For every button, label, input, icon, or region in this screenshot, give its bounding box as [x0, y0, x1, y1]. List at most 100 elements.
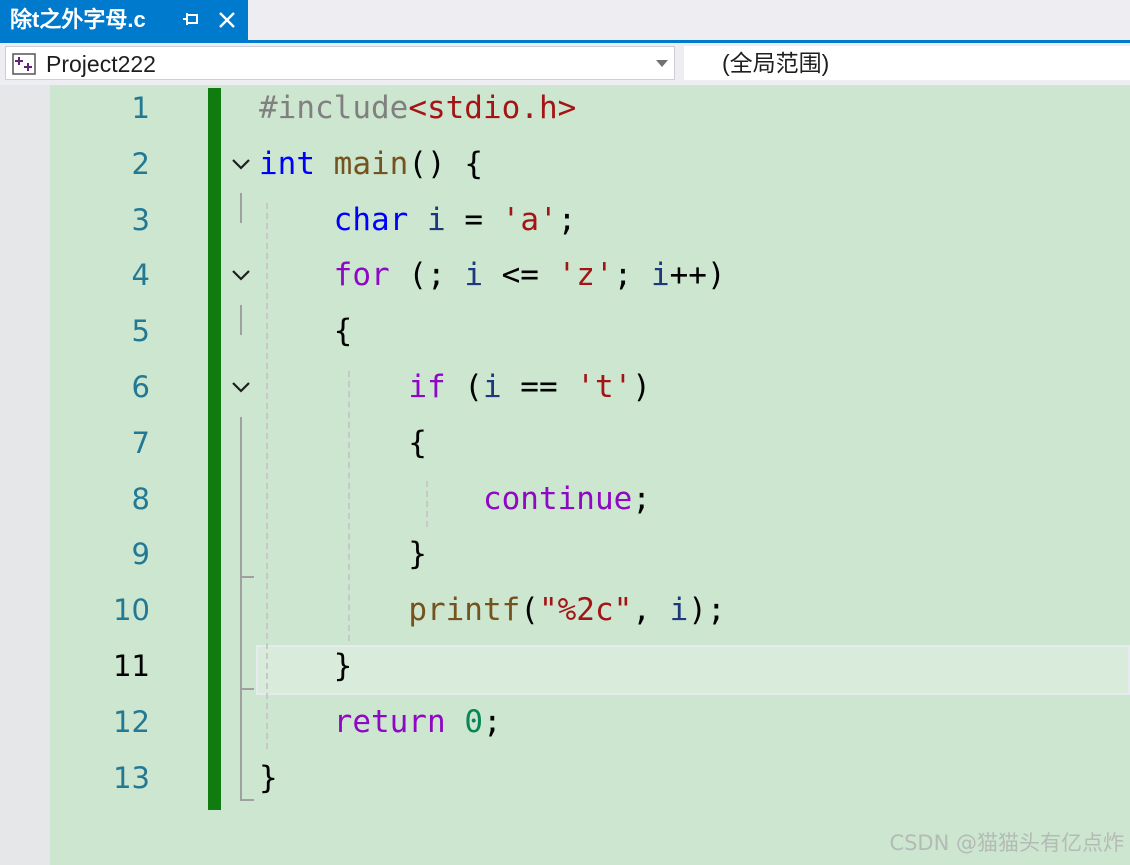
code-line[interactable]: 4 for (; i <= 'z'; i++): [0, 252, 1130, 308]
code-token: 'a': [501, 201, 558, 238]
project-dropdown[interactable]: Project222: [5, 46, 675, 80]
code-text[interactable]: {: [259, 308, 353, 354]
code-token: (: [520, 592, 539, 629]
code-line[interactable]: 5 {: [0, 308, 1130, 364]
code-line[interactable]: 1 #include<stdio.h>: [0, 85, 1130, 141]
line-number: 5: [131, 314, 150, 349]
fold-chevron-icon[interactable]: [230, 376, 252, 398]
fold-chevron-icon[interactable]: [230, 264, 252, 286]
code-token: =: [445, 201, 502, 238]
code-token: ;: [557, 201, 577, 238]
line-number: 8: [131, 481, 150, 516]
code-text[interactable]: for (; i <= 'z'; i++): [259, 252, 726, 298]
code-token: 't': [576, 369, 633, 405]
line-number: 12: [113, 704, 150, 739]
code-token: <stdio.h>: [408, 90, 577, 126]
code-token: (: [445, 369, 483, 405]
chevron-down-icon[interactable]: [656, 60, 668, 67]
code-line[interactable]: 2 int main() {: [0, 141, 1130, 197]
code-token: <=: [482, 257, 558, 294]
tab-strip: 除t之外字母.c: [0, 0, 1130, 40]
code-text[interactable]: {: [259, 420, 427, 466]
line-number: 3: [131, 202, 150, 237]
code-line[interactable]: 12 return 0;: [0, 699, 1130, 755]
line-number: 13: [113, 760, 150, 795]
code-token: }: [259, 759, 278, 796]
code-token: () {: [408, 145, 483, 182]
code-token: if: [408, 369, 446, 405]
tab-title: 除t之外字母.c: [10, 7, 146, 32]
line-number: 1: [131, 91, 150, 125]
code-token: char: [333, 201, 409, 238]
code-text[interactable]: continue;: [259, 476, 651, 522]
code-token: ;: [482, 703, 502, 740]
code-line[interactable]: 9 }: [0, 531, 1130, 587]
code-text[interactable]: int main() {: [259, 141, 483, 187]
line-number: 2: [131, 146, 150, 181]
code-token: (;: [389, 257, 465, 294]
code-token: i: [650, 257, 670, 294]
code-token: main: [333, 145, 409, 182]
code-token: int: [259, 145, 315, 182]
code-token: ++): [669, 257, 726, 294]
navigation-bar: Project222 (全局范围): [0, 43, 1130, 85]
close-icon[interactable]: [215, 8, 239, 32]
code-token: ,: [632, 592, 670, 629]
project-label: Project222: [46, 51, 156, 77]
project-icon: [12, 53, 36, 75]
code-line[interactable]: 3 char i = 'a';: [0, 197, 1130, 253]
code-token: ): [632, 369, 651, 405]
scope-dropdown[interactable]: (全局范围): [684, 46, 1130, 80]
fold-chevron-icon[interactable]: [230, 153, 252, 175]
code-text[interactable]: }: [259, 643, 353, 689]
line-number: 11: [113, 649, 150, 683]
code-line[interactable]: 11 }: [0, 643, 1130, 699]
code-token: #include: [259, 90, 409, 126]
code-token: "%2c": [538, 592, 633, 629]
code-text[interactable]: printf("%2c", i);: [259, 587, 726, 633]
code-line[interactable]: 10 printf("%2c", i);: [0, 587, 1130, 643]
watermark: CSDN @猫猫头有亿点炸: [889, 831, 1124, 855]
code-token: continue: [482, 480, 633, 517]
line-number: 9: [131, 537, 150, 572]
code-token: printf: [408, 592, 521, 629]
code-text[interactable]: char i = 'a';: [259, 197, 577, 243]
code-line[interactable]: 7 {: [0, 420, 1130, 476]
pin-icon[interactable]: [180, 9, 202, 31]
code-token: ==: [501, 369, 577, 405]
code-token: }: [259, 648, 353, 684]
code-token: );: [688, 592, 726, 629]
code-token: for: [333, 257, 390, 294]
line-number: 10: [113, 593, 150, 628]
code-text[interactable]: }: [259, 755, 278, 801]
code-token: ;: [632, 480, 651, 517]
line-number: 4: [131, 258, 150, 293]
code-token: }: [259, 536, 427, 573]
code-token: {: [259, 424, 427, 461]
code-token: return: [333, 703, 446, 740]
code-token: 'z': [557, 257, 614, 294]
code-line[interactable]: 13}: [0, 755, 1130, 811]
code-token: 0: [464, 703, 483, 740]
code-token: i: [669, 592, 689, 629]
code-line[interactable]: 6 if (i == 't'): [0, 364, 1130, 420]
code-text[interactable]: }: [259, 531, 427, 577]
code-text[interactable]: if (i == 't'): [259, 364, 651, 410]
code-text[interactable]: #include<stdio.h>: [259, 85, 576, 131]
tab-document[interactable]: 除t之外字母.c: [0, 0, 248, 40]
code-token: {: [259, 313, 353, 350]
scope-label: (全局范围): [722, 50, 830, 76]
code-line[interactable]: 8 continue;: [0, 476, 1130, 532]
line-number: 7: [131, 425, 150, 460]
code-editor[interactable]: 1 #include<stdio.h> 2 int main() {3 char i …: [0, 85, 1130, 865]
code-text[interactable]: return 0;: [259, 699, 502, 745]
